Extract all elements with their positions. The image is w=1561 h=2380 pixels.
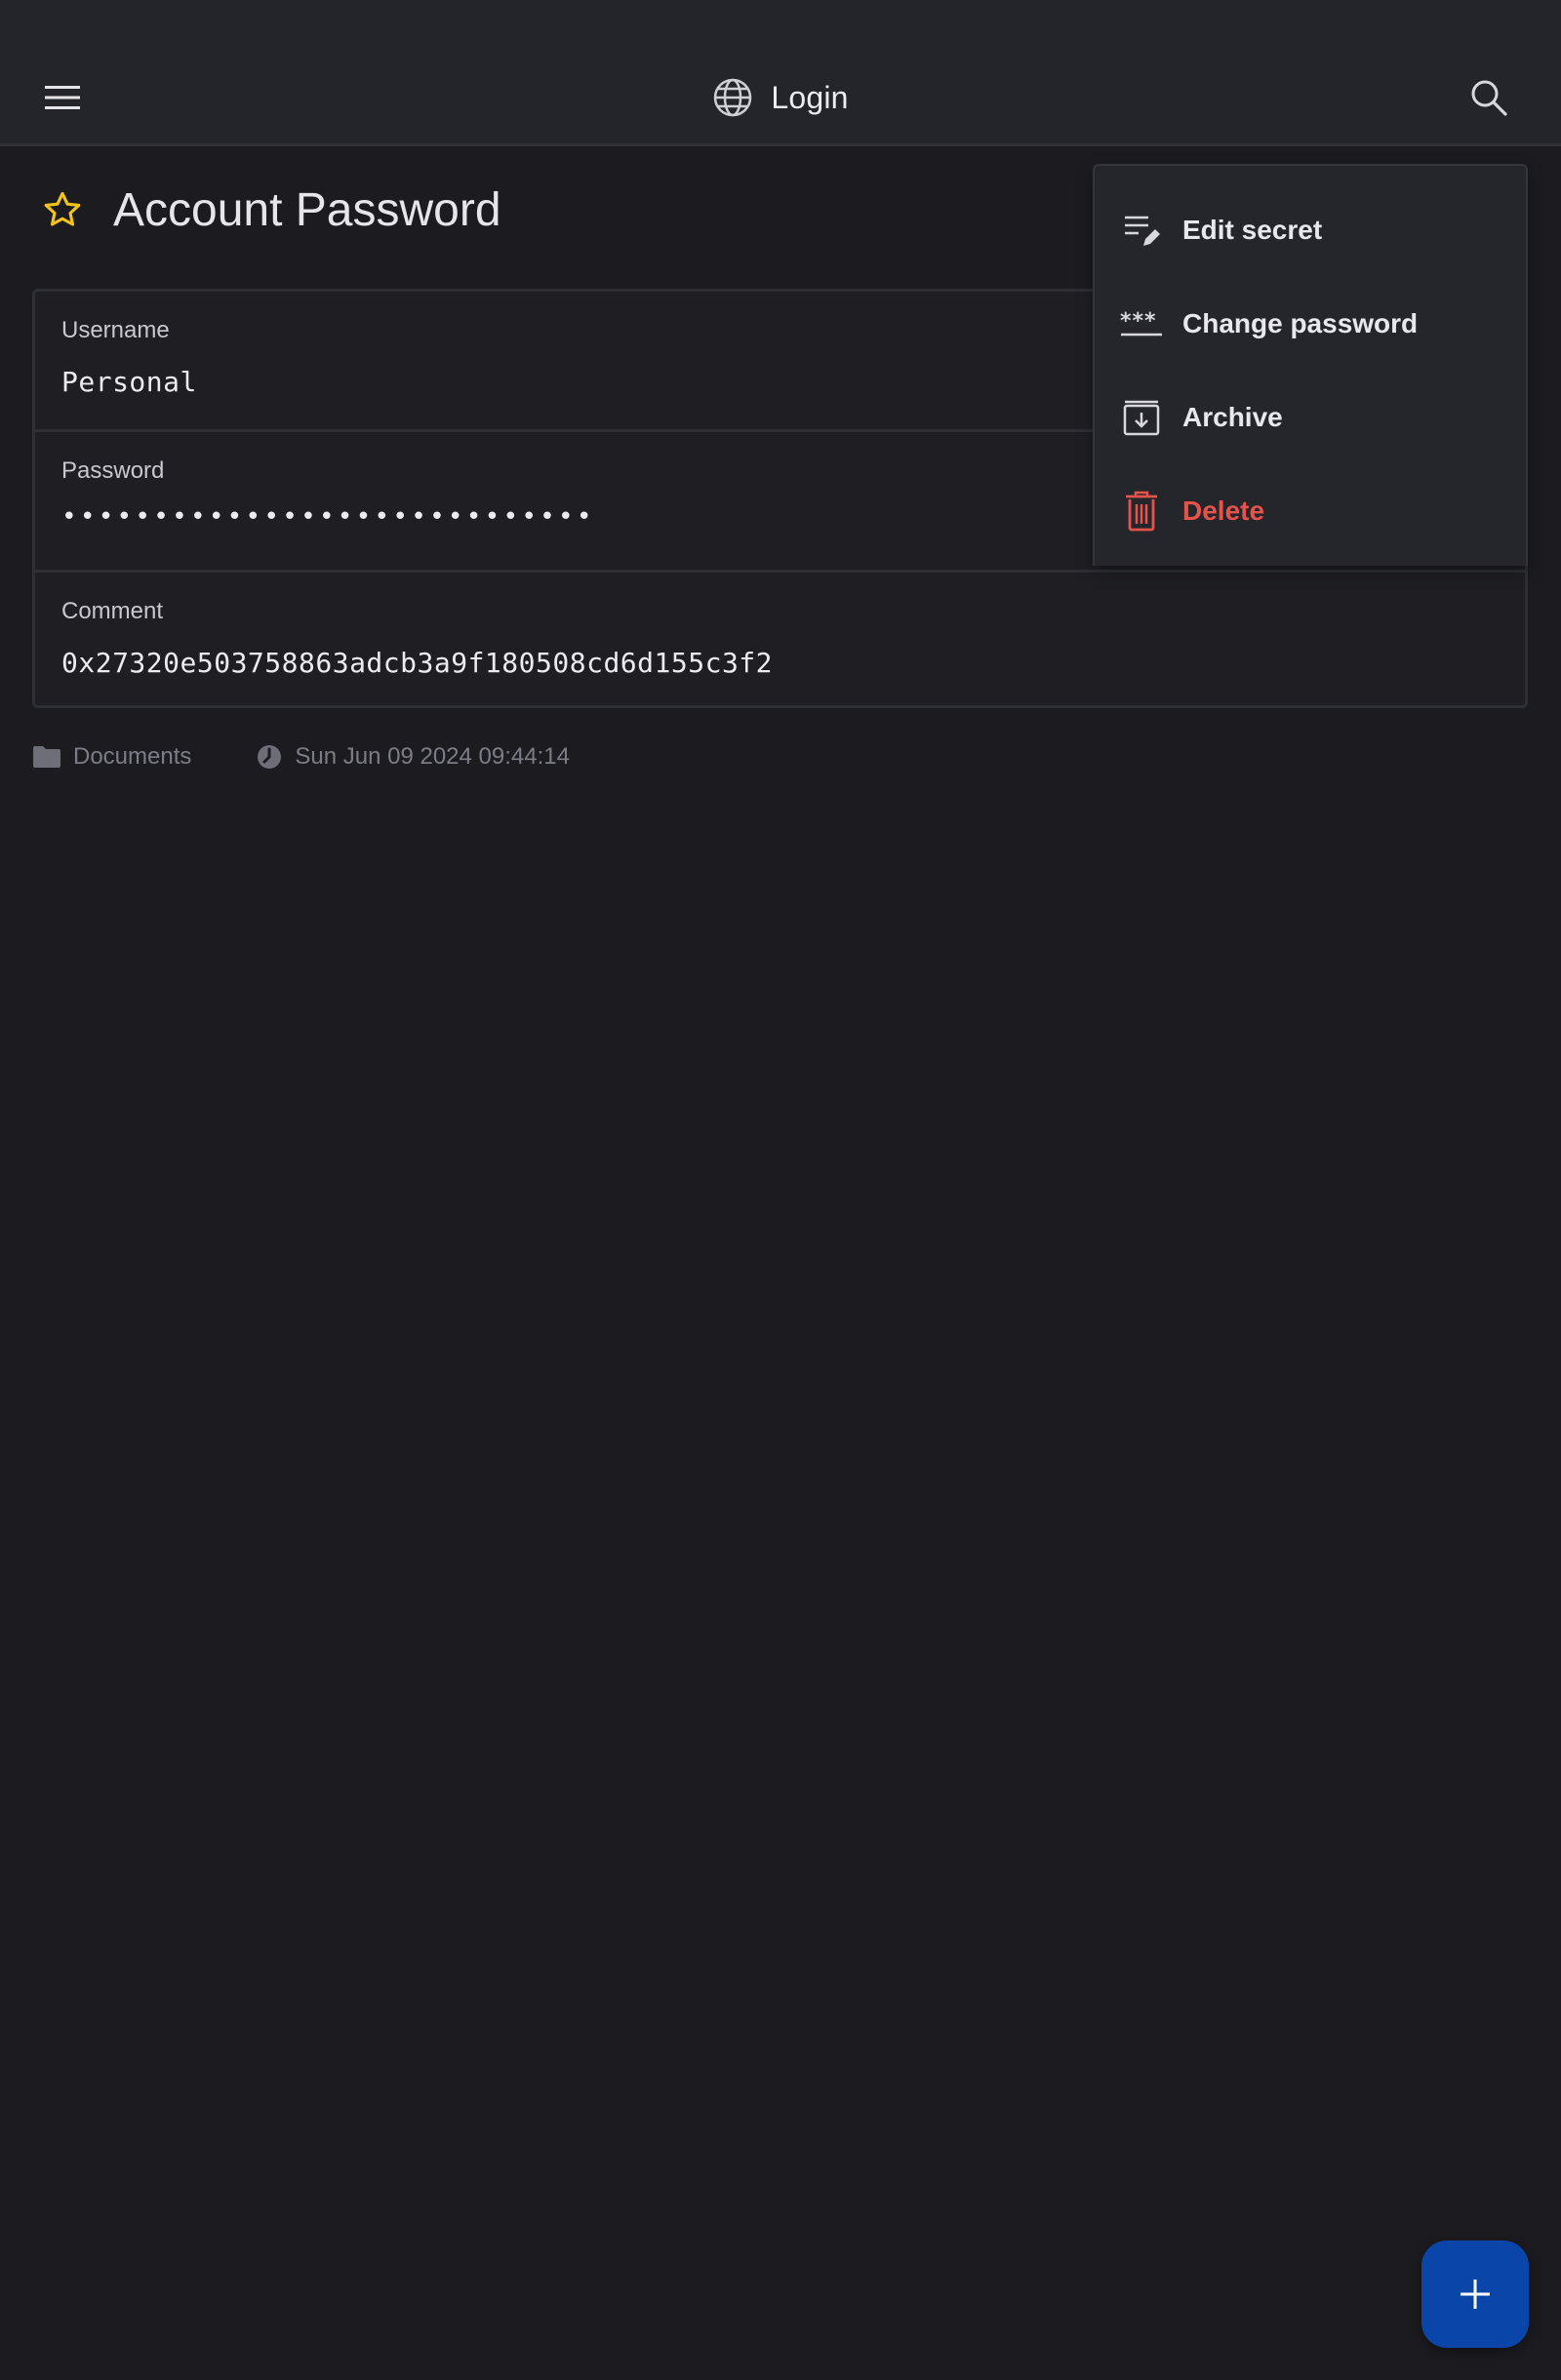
menu-item-delete[interactable]: Delete: [1095, 464, 1526, 558]
field-label: Comment: [61, 598, 164, 624]
menu-item-archive[interactable]: Archive: [1095, 371, 1526, 464]
search-button[interactable]: [1461, 70, 1516, 125]
plus-icon: [1461, 2280, 1490, 2309]
menu-item-label: Delete: [1182, 496, 1265, 526]
folder-icon: [33, 746, 60, 768]
app-bar-title: Login: [0, 70, 1561, 125]
svg-text:***: ***: [1120, 309, 1157, 334]
archive-icon: [1120, 396, 1163, 439]
menu-item-label: Change password: [1182, 308, 1419, 338]
entry-actions-menu: Edit secret *** Change password Archive: [1093, 164, 1528, 566]
modified-timestamp: Sun Jun 09 2024 09:44:14: [256, 743, 570, 771]
entry-meta: Documents Sun Jun 09 2024 09:44:14: [32, 737, 570, 776]
globe-icon: [714, 78, 752, 117]
search-icon: [1471, 80, 1507, 116]
field-value: Personal: [61, 366, 197, 398]
hamburger-menu-icon: [45, 86, 80, 109]
add-fab-button[interactable]: [1421, 2241, 1529, 2348]
page: Login Account Password Username Personal…: [0, 0, 1561, 2380]
menu-button[interactable]: [35, 70, 90, 125]
edit-secret-icon: [1120, 209, 1163, 252]
change-password-icon: ***: [1120, 302, 1163, 345]
field-label: Password: [61, 457, 165, 484]
folder-name: Documents: [73, 743, 192, 770]
page-title: Account Password: [113, 183, 501, 236]
field-value: 0x27320e503758863adcb3a9f180508cd6d155c3…: [61, 647, 774, 679]
star-outline-icon: [44, 191, 81, 226]
clock-icon: [258, 745, 282, 769]
field-label: Username: [61, 317, 170, 343]
menu-item-label: Archive: [1182, 402, 1283, 432]
favorite-button[interactable]: [39, 186, 86, 233]
menu-item-change-password[interactable]: *** Change password: [1095, 277, 1526, 371]
menu-item-edit-secret[interactable]: Edit secret: [1095, 183, 1526, 277]
entry-heading: Account Password: [39, 176, 501, 244]
app-bar-title-text: Login: [771, 79, 849, 115]
app-bar: Login: [0, 0, 1561, 146]
trash-icon: [1120, 490, 1163, 533]
folder-link[interactable]: Documents: [32, 743, 191, 771]
menu-item-label: Edit secret: [1182, 215, 1323, 245]
comment-field[interactable]: Comment 0x27320e503758863adcb3a9f180508c…: [35, 573, 1525, 713]
modified-date: Sun Jun 09 2024 09:44:14: [295, 743, 570, 770]
field-value: •••••••••••••••••••••••••••••: [61, 502, 595, 532]
